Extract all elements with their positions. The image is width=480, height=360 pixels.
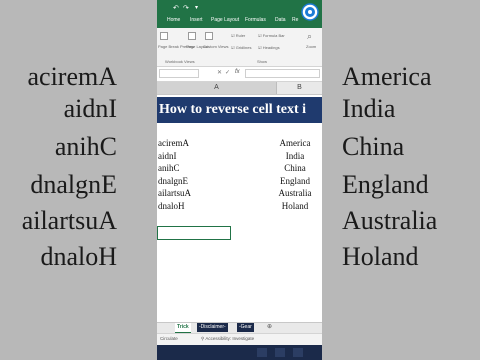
gridlines-label: Gridlines [235, 45, 252, 50]
quick-access-dropdown-icon[interactable]: ▾ [195, 4, 198, 11]
ruler-label: Ruler [235, 33, 246, 38]
headings-label: Headings [262, 45, 280, 50]
bg-reversed-word: aidnI [63, 94, 117, 123]
taskbar-icon[interactable] [257, 348, 267, 357]
show-group-label: Show [257, 59, 268, 64]
column-a-header[interactable]: A [157, 82, 277, 94]
name-box[interactable] [159, 69, 199, 78]
ribbon-tab-bar: Home Insert Page Layout Formulas Data Re [157, 16, 322, 28]
tab-data[interactable]: Data [275, 17, 286, 23]
formula-bar-label: Formula Bar [262, 33, 285, 38]
cell-reversed[interactable]: anihC [158, 163, 180, 173]
tab-page-layout[interactable]: Page Layout [211, 17, 239, 23]
cell-original[interactable]: Holand [273, 201, 317, 211]
custom-views-label[interactable]: Custom Views [203, 44, 229, 49]
bg-reversed-word: ailartsuA [21, 206, 117, 235]
background-reversed-panel: aciremA aidnI anihC dnalgnE ailartsuA dn… [0, 0, 157, 360]
headings-checkbox[interactable]: ☑ Headings [258, 45, 280, 50]
tab-formulas[interactable]: Formulas [245, 17, 266, 23]
enter-icon[interactable]: ✓ [225, 69, 230, 76]
cell-original[interactable]: Australia [273, 188, 317, 198]
tab-home[interactable]: Home [167, 17, 180, 23]
custom-views-icon[interactable] [205, 32, 213, 40]
column-headers: A B [157, 82, 322, 95]
channel-logo-icon [301, 3, 319, 21]
column-b-header[interactable]: B [277, 82, 322, 94]
cell-reversed[interactable]: aciremA [158, 138, 189, 148]
zoom-icon[interactable]: ⌕ [307, 31, 312, 42]
taskbar-icon[interactable] [275, 348, 285, 357]
add-sheet-icon[interactable]: ⊕ [267, 323, 272, 330]
bg-original-word: China [342, 132, 405, 161]
cell-reversed[interactable]: aidnI [158, 151, 177, 161]
sheet-tab-bar: Trick -Disclaimer- -Gear ⊕ [157, 322, 322, 333]
cell-reversed[interactable]: dnaloH [158, 201, 185, 211]
formula-bar-checkbox[interactable]: ☑ Formula Bar [258, 33, 285, 38]
bg-original-word: India [342, 94, 396, 123]
title-banner: How to reverse cell text i [157, 97, 322, 123]
undo-icon[interactable]: ↶ [173, 4, 179, 12]
bg-original-word: America [342, 62, 432, 91]
status-bar: Circulate ⚲ Accessibility: Investigate [157, 333, 322, 345]
bg-original-word: Holand [342, 242, 419, 271]
excel-window: ↶ ↷ ▾ Home Insert Page Layout Formulas D… [157, 0, 322, 360]
workbook-views-group-label: Workbook Views [165, 59, 195, 64]
function-icon[interactable]: fx [235, 69, 240, 75]
redo-icon[interactable]: ↷ [183, 4, 189, 12]
sheet-tab-gear[interactable]: -Gear [237, 323, 254, 332]
status-left: Circulate [160, 336, 178, 341]
bg-reversed-word: aciremA [27, 62, 117, 91]
bg-reversed-word: dnalgnE [30, 170, 117, 199]
sheet-tab-disclaimer[interactable]: -Disclaimer- [197, 323, 228, 332]
cell-original[interactable]: China [273, 163, 317, 173]
formula-input[interactable] [245, 69, 320, 78]
ruler-checkbox[interactable]: ☑ Ruler [231, 33, 245, 38]
tab-review[interactable]: Re [292, 17, 298, 23]
cancel-icon[interactable]: ✕ [217, 69, 222, 76]
selected-cell[interactable] [157, 226, 231, 240]
ribbon-panel: Page Break Preview Page Layout Custom Vi… [157, 28, 322, 67]
cell-original[interactable]: America [273, 138, 317, 148]
bg-original-word: Australia [342, 206, 438, 235]
tab-insert[interactable]: Insert [190, 17, 203, 23]
cell-original[interactable]: England [273, 176, 317, 186]
banner-title: How to reverse cell text i [159, 102, 307, 117]
cell-reversed[interactable]: ailartsuA [158, 188, 191, 198]
page-layout-icon[interactable] [188, 32, 196, 40]
title-bar: ↶ ↷ ▾ [157, 0, 322, 16]
sheet-tab-trick[interactable]: Trick [175, 323, 191, 333]
bg-reversed-word: dnaloH [40, 242, 117, 271]
gridlines-checkbox[interactable]: ☑ Gridlines [231, 45, 252, 50]
taskbar-icon[interactable] [293, 348, 303, 357]
page-break-icon[interactable] [160, 32, 168, 40]
accessibility-status[interactable]: ⚲ Accessibility: Investigate [201, 336, 254, 342]
zoom-label[interactable]: Zoom [306, 44, 316, 49]
cell-reversed[interactable]: dnalgnE [158, 176, 188, 186]
background-original-panel: America India China England Australia Ho… [322, 0, 480, 360]
formula-bar: ✕ ✓ fx [157, 67, 322, 82]
bg-original-word: England [342, 170, 429, 199]
bg-reversed-word: anihC [54, 132, 117, 161]
accessibility-label: Accessibility: Investigate [205, 336, 255, 341]
taskbar [157, 345, 322, 360]
cell-original[interactable]: India [273, 151, 317, 161]
